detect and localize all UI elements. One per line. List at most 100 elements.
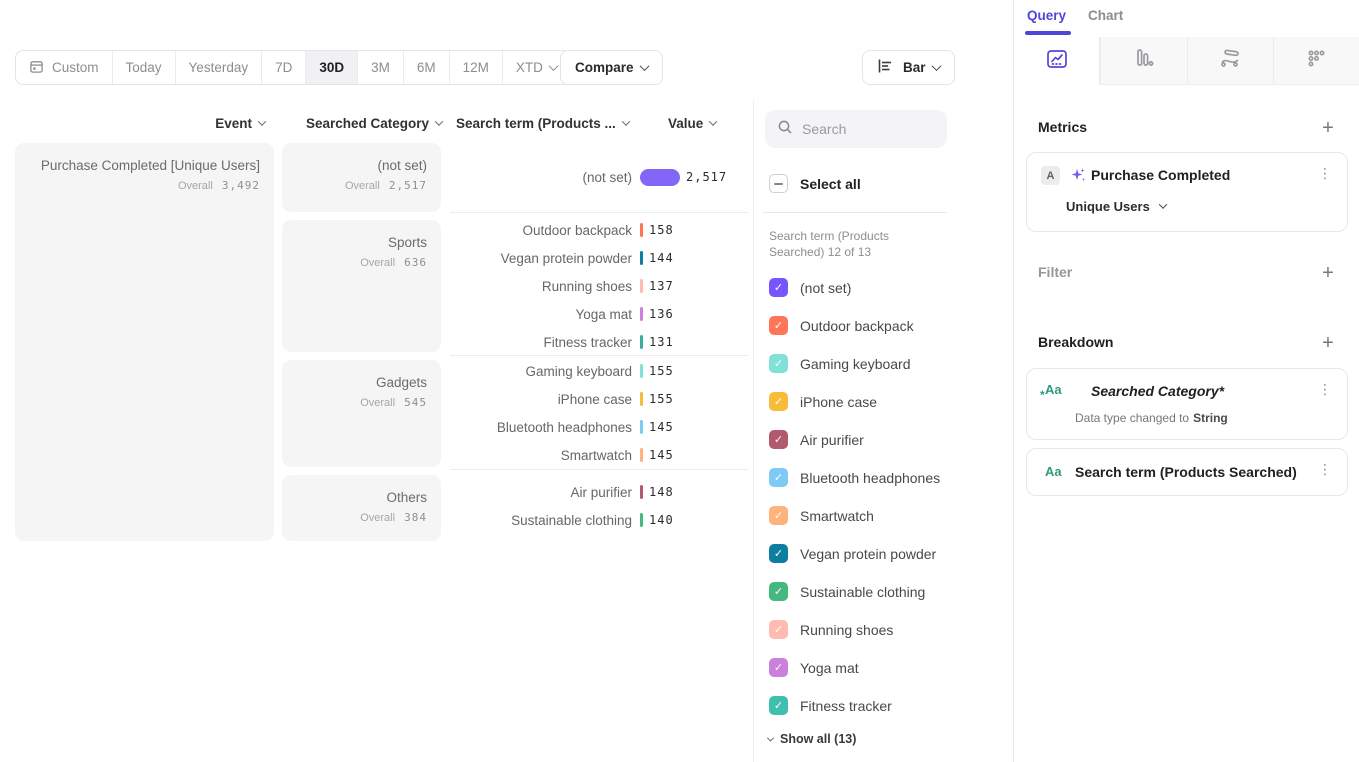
tab-chart[interactable]: Chart [1088, 8, 1123, 23]
checkbox-checked-icon [769, 354, 788, 373]
category-cell[interactable]: Others Overall 384 [282, 475, 441, 541]
date-range-12m[interactable]: 12M [450, 51, 503, 84]
segment-label: Bluetooth headphones [800, 470, 940, 486]
kebab-menu-icon[interactable] [1315, 461, 1335, 478]
date-range-7d[interactable]: 7D [262, 51, 306, 84]
tab-insights[interactable] [1014, 37, 1100, 85]
term-row[interactable]: Running shoes 137 [450, 272, 748, 300]
segment-checkbox-item[interactable]: Sustainable clothing [769, 582, 925, 601]
show-all-link[interactable]: Show all (13) [768, 732, 856, 746]
chevron-down-icon [767, 734, 774, 741]
date-range-3m[interactable]: 3M [358, 51, 404, 84]
search-box[interactable] [765, 110, 947, 148]
term-label: Gaming keyboard [450, 364, 632, 379]
column-header-value[interactable]: Value [668, 116, 728, 131]
term-row[interactable]: (not set) 2,517 [450, 163, 748, 191]
category-cell[interactable]: Sports Overall 636 [282, 220, 441, 352]
value-text: 145 [649, 420, 674, 434]
value-text: 155 [649, 364, 674, 378]
date-range-custom[interactable]: Custom [16, 51, 113, 84]
compare-button[interactable]: Compare [560, 50, 663, 85]
term-row[interactable]: Gaming keyboard 155 [450, 357, 748, 385]
segment-checkbox-item[interactable]: Bluetooth headphones [769, 468, 940, 487]
segment-checkbox-item[interactable]: Smartwatch [769, 506, 874, 525]
column-header-term[interactable]: Search term (Products ... [456, 116, 656, 131]
tab-flows[interactable] [1187, 37, 1273, 85]
date-range-selector: Custom Today Yesterday 7D 30D 3M 6M 12M … [15, 50, 571, 85]
segment-label: Sustainable clothing [800, 584, 925, 600]
add-filter-button[interactable] [1317, 262, 1339, 284]
kebab-menu-icon[interactable] [1315, 381, 1335, 398]
column-header-category[interactable]: Searched Category [282, 116, 442, 131]
term-row[interactable]: Outdoor backpack 158 [450, 216, 748, 244]
tab-funnels[interactable] [1100, 37, 1186, 85]
breakdown-property-name: Searched Category* [1091, 383, 1224, 399]
filter-heading: Filter [1038, 264, 1072, 280]
segment-checkbox-item[interactable]: Outdoor backpack [769, 316, 914, 335]
event-overall: Overall 3,492 [25, 179, 260, 192]
breakdown-heading: Breakdown [1038, 334, 1113, 350]
segment-checkbox-item[interactable]: iPhone case [769, 392, 877, 411]
segment-label: Gaming keyboard [800, 356, 911, 372]
checkbox-checked-icon [769, 620, 788, 639]
value-bar [640, 364, 643, 378]
segment-checkbox-item[interactable]: Vegan protein powder [769, 544, 936, 563]
date-range-6m[interactable]: 6M [404, 51, 450, 84]
term-row[interactable]: Air purifier 148 [450, 478, 748, 506]
term-row[interactable]: Fitness tracker 131 [450, 328, 748, 356]
chart-type-select[interactable]: Bar [862, 50, 955, 85]
value-bar [640, 251, 643, 265]
value-bar [640, 307, 643, 321]
checkbox-checked-icon [769, 278, 788, 297]
retention-dots-icon [1304, 46, 1328, 75]
segment-checkbox-item[interactable]: (not set) [769, 278, 851, 297]
category-name: Gadgets [292, 374, 427, 392]
category-name: Others [292, 489, 427, 507]
segment-checkbox-item[interactable]: Air purifier [769, 430, 864, 449]
chevron-down-icon [622, 117, 630, 125]
term-label: Yoga mat [450, 307, 632, 322]
term-row[interactable]: Vegan protein powder 144 [450, 244, 748, 272]
segment-checkbox-item[interactable]: Gaming keyboard [769, 354, 911, 373]
select-all-checkbox[interactable]: Select all [769, 174, 861, 193]
date-range-today[interactable]: Today [113, 51, 176, 84]
breakdown-card-searched-category[interactable]: Aa Searched Category* Data type changed … [1026, 368, 1348, 440]
tab-query[interactable]: Query [1027, 8, 1066, 23]
column-header-event[interactable]: Event [15, 116, 265, 131]
category-overall-label: Overall [345, 180, 380, 192]
add-metric-button[interactable] [1317, 117, 1339, 139]
term-row[interactable]: Yoga mat 136 [450, 300, 748, 328]
chevron-down-icon [1159, 200, 1167, 208]
add-breakdown-button[interactable] [1317, 332, 1339, 354]
breakdown-card-search-term[interactable]: Aa Search term (Products Searched) [1026, 448, 1348, 496]
category-cell[interactable]: (not set) Overall 2,517 [282, 143, 441, 212]
date-range-yesterday[interactable]: Yesterday [176, 51, 263, 84]
event-cell[interactable]: Purchase Completed [Unique Users] Overal… [15, 143, 274, 541]
segment-label: Smartwatch [800, 508, 874, 524]
date-range-30d[interactable]: 30D [306, 51, 358, 84]
category-cell[interactable]: Gadgets Overall 545 [282, 360, 441, 467]
bar-chart-icon [877, 58, 903, 77]
segment-checkbox-item[interactable]: Fitness tracker [769, 696, 892, 715]
term-row[interactable]: Sustainable clothing 140 [450, 506, 748, 534]
active-tab-underline [1025, 31, 1071, 35]
chevron-down-icon [931, 61, 941, 71]
breakdown-property-name: Search term (Products Searched) [1075, 464, 1297, 480]
term-row[interactable]: Bluetooth headphones 145 [450, 413, 748, 441]
segment-checkbox-item[interactable]: Running shoes [769, 620, 893, 639]
tab-retention[interactable] [1273, 37, 1359, 85]
term-row[interactable]: Smartwatch 145 [450, 441, 748, 469]
query-sidebar: Query Chart [1013, 0, 1359, 762]
kebab-menu-icon[interactable] [1315, 165, 1335, 182]
category-name: Sports [292, 234, 427, 252]
chevron-down-icon [639, 61, 649, 71]
segment-checkbox-item[interactable]: Yoga mat [769, 658, 859, 677]
category-group: Sports Overall 636 Outdoor backpack 158 … [282, 213, 748, 356]
metric-card[interactable]: A Purchase Completed Unique Users [1026, 152, 1348, 232]
term-label: Vegan protein powder [450, 251, 632, 266]
flows-icon [1218, 46, 1242, 75]
measure-dropdown[interactable]: Unique Users [1066, 199, 1166, 214]
date-range-label: Custom [52, 60, 99, 75]
term-row[interactable]: iPhone case 155 [450, 385, 748, 413]
search-input[interactable] [802, 121, 932, 137]
